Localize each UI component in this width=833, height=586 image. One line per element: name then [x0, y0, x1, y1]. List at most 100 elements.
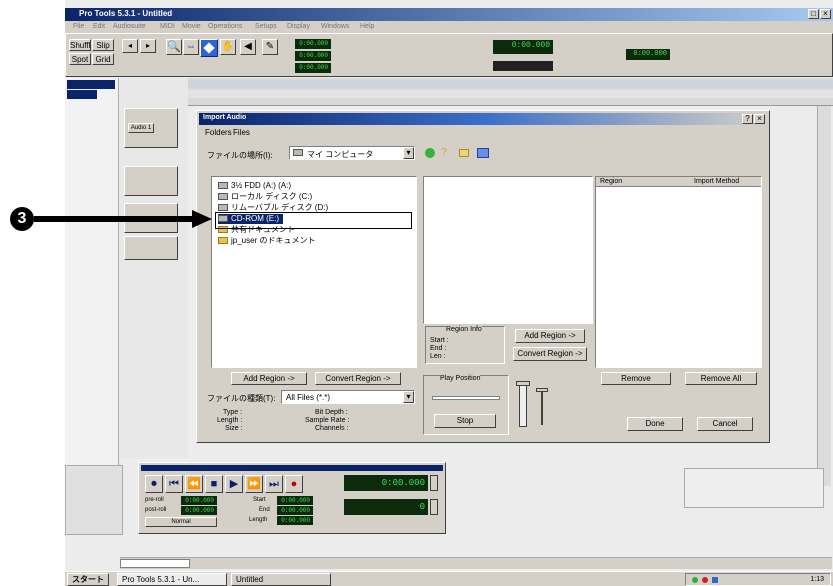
- menu-item-edit[interactable]: Edit: [93, 23, 105, 30]
- tree-item-label: 3½ FDD (A:) (A:): [231, 181, 292, 190]
- length-label: Length: [249, 517, 268, 523]
- trim-tool-icon[interactable]: ⇔: [183, 39, 199, 55]
- file-tree-pane[interactable]: 3½ FDD (A:) (A:) ローカル ディスク (C:) リムーバブル デ…: [211, 176, 417, 368]
- menu-item-file[interactable]: File: [73, 23, 84, 30]
- menu-item-movie[interactable]: Movie: [182, 23, 201, 30]
- pencil-tool-icon[interactable]: ✎: [262, 39, 278, 55]
- chevron-down-icon[interactable]: ▾: [403, 147, 414, 159]
- track-name[interactable]: Audio 1: [128, 123, 154, 133]
- horizontal-scrollbar[interactable]: [120, 557, 832, 569]
- menu-item-help[interactable]: Help: [360, 23, 374, 30]
- online-button[interactable]: ⏺: [145, 475, 163, 493]
- dialog-menu-files[interactable]: Files: [233, 128, 250, 137]
- zoomer-tool-icon[interactable]: 🔍: [166, 39, 182, 55]
- convert-region-button[interactable]: Convert Region ->: [513, 347, 587, 361]
- remove-button[interactable]: Remove: [601, 372, 671, 385]
- menu-item-operations[interactable]: Operations: [208, 23, 242, 30]
- timeline-ruler: [188, 78, 833, 106]
- stop-button[interactable]: Stop: [434, 414, 496, 428]
- tray-icon[interactable]: [712, 577, 718, 583]
- zoom-in-button[interactable]: ▸: [140, 39, 156, 53]
- cancel-button[interactable]: Cancel: [697, 417, 753, 431]
- info-length-label: Length :: [217, 417, 243, 424]
- stop-transport-button[interactable]: ■: [205, 475, 223, 493]
- rewind-button[interactable]: ⏪: [185, 475, 203, 493]
- add-region-button[interactable]: Add Region ->: [515, 329, 585, 343]
- selector-tool-icon[interactable]: [200, 39, 218, 57]
- chevron-down-icon[interactable]: ▾: [403, 391, 414, 403]
- taskbar-item-untitled[interactable]: Untitled: [231, 573, 331, 586]
- menu-item-windows[interactable]: Windows: [321, 23, 349, 30]
- start-counter: 0:00.000: [295, 39, 331, 49]
- zoom-out-button[interactable]: ◂: [122, 39, 138, 53]
- tree-item-label: jp_user のドキュメント: [231, 236, 316, 245]
- pan-fader[interactable]: [541, 391, 543, 425]
- view-menu-icon[interactable]: [477, 148, 489, 158]
- track-list-item[interactable]: [67, 90, 97, 99]
- mode-shuffle-button[interactable]: Shuffle: [69, 39, 91, 51]
- mode-grid-button[interactable]: Grid: [92, 53, 114, 65]
- vertical-scrollbar[interactable]: [817, 106, 831, 486]
- tray-icon[interactable]: [702, 577, 708, 583]
- file-list-pane[interactable]: [423, 176, 593, 324]
- sub-counter-spinner[interactable]: [430, 499, 438, 515]
- import-list-pane[interactable]: Region Import Method: [595, 176, 762, 368]
- main-counter-spinner[interactable]: [430, 475, 438, 491]
- start-button[interactable]: スタート: [67, 573, 109, 586]
- menu-item-audiosuite[interactable]: Audiosuite: [113, 23, 146, 30]
- mode-spot-button[interactable]: Spot: [69, 53, 91, 65]
- dialog-close-button[interactable]: ×: [754, 114, 765, 124]
- record-button[interactable]: ●: [285, 475, 303, 493]
- look-in-dropdown[interactable]: マイ コンピュータ ▾: [289, 146, 415, 160]
- start-button-label: スタート: [72, 575, 104, 584]
- track-header[interactable]: [124, 236, 178, 260]
- up-folder-icon[interactable]: ?: [441, 148, 451, 158]
- post-roll-label: post-roll: [145, 507, 167, 513]
- play-button[interactable]: ▶: [225, 475, 243, 493]
- maximize-button[interactable]: □: [808, 9, 819, 19]
- scrollbar-thumb[interactable]: [120, 559, 190, 568]
- tray-icon[interactable]: [692, 577, 698, 583]
- end-counter: 0:00.000: [295, 51, 331, 61]
- volume-fader[interactable]: [519, 383, 527, 427]
- volume-fader-handle[interactable]: [516, 381, 530, 386]
- import-audio-dialog: Import Audio ? × Folders Files ファイルの場所(I…: [196, 110, 770, 443]
- dialog-title: Import Audio: [203, 114, 247, 121]
- tree-item-user-documents[interactable]: jp_user のドキュメント: [218, 236, 315, 246]
- pan-fader-handle[interactable]: [536, 388, 548, 392]
- sync-mode-button[interactable]: Normal: [145, 517, 217, 527]
- play-position-label: Play Position: [440, 375, 481, 382]
- play-position-group: Play Position Stop: [423, 375, 509, 435]
- tree-item-floppy[interactable]: 3½ FDD (A:) (A:): [218, 181, 291, 191]
- new-folder-icon[interactable]: [459, 149, 469, 157]
- dialog-menu-folders[interactable]: Folders: [205, 128, 232, 137]
- mode-slip-button[interactable]: Slip: [92, 39, 114, 51]
- menu-item-midi[interactable]: MIDI: [160, 23, 175, 30]
- scrubber-tool-icon[interactable]: ◀: [240, 39, 256, 55]
- add-region-lower-button[interactable]: Add Region ->: [231, 372, 307, 385]
- convert-region-lower-button[interactable]: Convert Region ->: [315, 372, 401, 385]
- back-arrow-icon[interactable]: [425, 148, 435, 158]
- start-value: 0:00.000: [277, 496, 313, 505]
- nudge-field[interactable]: [493, 61, 553, 71]
- dialog-help-button[interactable]: ?: [742, 114, 753, 124]
- go-to-end-button[interactable]: ⏭: [265, 475, 283, 493]
- play-position-slider[interactable]: [432, 396, 500, 400]
- track-list-item[interactable]: [67, 80, 115, 89]
- remove-all-button[interactable]: Remove All: [685, 372, 757, 385]
- grabber-tool-icon[interactable]: ✋: [220, 39, 236, 55]
- file-type-value: All Files (*.*): [286, 393, 331, 402]
- import-method-column-header[interactable]: Import Method: [694, 178, 739, 185]
- menu-item-display[interactable]: Display: [287, 23, 310, 30]
- fast-forward-button[interactable]: ⏩: [245, 475, 263, 493]
- file-type-dropdown[interactable]: All Files (*.*) ▾: [281, 390, 415, 404]
- tree-item-local-disk[interactable]: ローカル ディスク (C:): [218, 192, 312, 202]
- region-column-header[interactable]: Region: [600, 178, 622, 185]
- done-button[interactable]: Done: [627, 417, 683, 431]
- drive-icon: [218, 204, 228, 212]
- return-to-zero-button[interactable]: ⏮: [165, 475, 183, 493]
- menu-item-setups[interactable]: Setups: [255, 23, 277, 30]
- close-button[interactable]: ×: [820, 9, 831, 19]
- track-header[interactable]: [124, 166, 178, 196]
- taskbar-item-pro-tools[interactable]: Pro Tools 5.3.1 - Un...: [117, 573, 227, 586]
